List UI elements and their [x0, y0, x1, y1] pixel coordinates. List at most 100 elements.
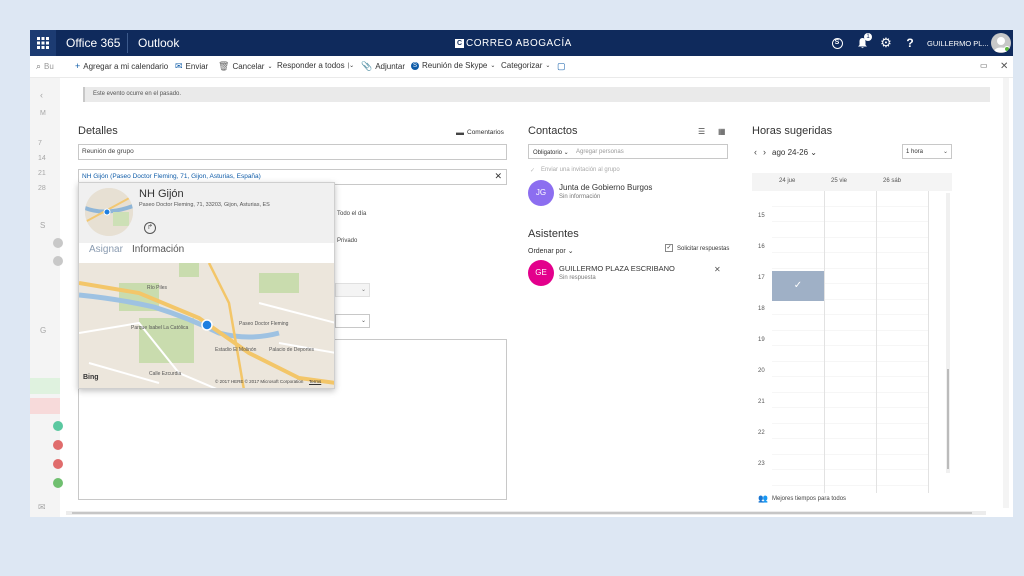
notification-count-badge: 1: [864, 33, 872, 41]
divider: [127, 33, 128, 53]
section-collapsed[interactable]: S: [40, 221, 45, 230]
time-dropdown[interactable]: ⌄: [335, 283, 370, 297]
day-header: 25 vie: [831, 178, 848, 184]
calendar-color-dot[interactable]: [53, 459, 63, 469]
send-label: Enviar: [185, 62, 209, 71]
grid-scrollbar-thumb[interactable]: [947, 369, 949, 469]
app-launcher-button[interactable]: [30, 30, 56, 56]
calendar-color-dot[interactable]: [53, 440, 63, 450]
map-label: Río Piles: [147, 285, 168, 291]
search-icon: ⌕: [36, 61, 42, 71]
comments-button[interactable]: ▬ Comentarios: [456, 128, 504, 137]
tab-information[interactable]: Información: [132, 244, 184, 255]
group-avatar[interactable]: JG: [528, 180, 554, 206]
tab-assign[interactable]: Asignar: [89, 244, 123, 255]
all-day-label[interactable]: Todo el día: [337, 211, 366, 217]
attendees-heading: Asistentes: [528, 228, 579, 240]
map-copyright: © 2017 HERE © 2017 Microsoft Corporation: [215, 379, 304, 384]
clear-location-icon[interactable]: ✕: [494, 171, 502, 182]
private-label[interactable]: Privado: [337, 238, 357, 244]
send-button[interactable]: ✉ Enviar: [175, 61, 208, 72]
comment-icon: ▬: [456, 128, 464, 137]
reminder-dropdown[interactable]: ⌄: [335, 314, 370, 328]
bing-logo: Bing: [83, 374, 99, 381]
office-365-link[interactable]: Office 365: [66, 36, 120, 50]
left-nav-strip: ‹ M 7 14 21 28 S G ✉: [30, 78, 63, 517]
hour-label: 19: [758, 337, 765, 343]
day-divider: [824, 191, 825, 493]
attendee-name[interactable]: GUILLERMO PLAZA ESCRIBANO: [559, 264, 675, 273]
skype-meeting-button[interactable]: S Reunión de Skype ⌄: [411, 61, 495, 70]
scheduling-assistant-icon[interactable]: ▦: [718, 127, 726, 136]
calendar-color-dot[interactable]: [53, 421, 63, 431]
info-banner: Este evento ocurre en el pasado.: [83, 87, 990, 102]
calendar-day[interactable]: 28: [38, 185, 46, 192]
calendar-color-dot[interactable]: [53, 238, 63, 248]
map-label: Calle Ezcurdia: [149, 371, 182, 377]
gear-icon: ⚙: [880, 35, 892, 50]
remove-attendee-icon[interactable]: ✕: [714, 265, 721, 274]
duration-dropdown[interactable]: 1 hora ⌄: [902, 144, 952, 159]
attach-button[interactable]: 📎 Adjuntar: [361, 61, 405, 72]
calendar-day[interactable]: 7: [38, 140, 42, 147]
outlook-app-title[interactable]: Outlook: [138, 36, 179, 50]
past-event-message: Este evento ocurre en el pasado.: [93, 91, 182, 97]
day-divider: [876, 191, 877, 493]
search-box[interactable]: ⌕ Bu: [36, 61, 54, 72]
calendar-color-dot[interactable]: [53, 478, 63, 488]
document-icon: ▢: [557, 61, 566, 71]
close-button[interactable]: ✕: [1000, 61, 1008, 72]
categorize-button[interactable]: Categorizar ⌄: [501, 61, 550, 70]
attendee-avatar[interactable]: GE: [528, 260, 554, 286]
map-terms-link[interactable]: Terms: [309, 379, 321, 384]
add-to-calendar-button[interactable]: + Agregar a mi calendario: [75, 61, 168, 71]
previous-icon[interactable]: ‹: [754, 147, 757, 157]
popout-button[interactable]: ▭: [980, 61, 988, 70]
chevron-left-icon[interactable]: ‹: [40, 90, 43, 100]
best-times-label[interactable]: Mejores tiempos para todos: [772, 496, 846, 502]
horizontal-scrollbar[interactable]: [66, 511, 986, 515]
calendar-day[interactable]: 21: [38, 170, 46, 177]
add-people-field[interactable]: Obligatorio ⌄ Agregar personas: [528, 144, 728, 159]
skype-button[interactable]: S: [825, 30, 849, 56]
mail-icon[interactable]: ✉: [38, 502, 46, 513]
skype-icon: S: [831, 37, 843, 49]
address-book-icon[interactable]: ☰: [698, 127, 705, 136]
reply-all-button[interactable]: Responder a todos |⌄: [277, 61, 354, 70]
notifications-button[interactable]: 1: [850, 30, 874, 56]
subject-field[interactable]: Reunión de grupo: [78, 144, 507, 160]
settings-button[interactable]: ⚙: [874, 30, 898, 56]
outlook-window: Office 365 Outlook C CORREO ABOGACÍA S 1…: [30, 30, 1013, 517]
time-slots[interactable]: [772, 191, 928, 493]
next-icon[interactable]: ›: [763, 147, 766, 157]
calendar-highlight: [30, 398, 60, 414]
location-name: NH Gijón: [139, 188, 184, 200]
extra-action-button[interactable]: ▢: [557, 61, 566, 72]
group-name[interactable]: Junta de Gobierno Burgos: [559, 183, 652, 192]
calendar-color-dot[interactable]: [53, 256, 63, 266]
chevron-down-icon: ⌄: [360, 287, 366, 293]
reply-all-label: Responder a todos: [277, 61, 345, 70]
user-name[interactable]: GUILLERMO PL...: [927, 39, 989, 48]
calendar-day[interactable]: 14: [38, 155, 46, 162]
cancel-button[interactable]: 🗑 Cancelar ⌄: [218, 61, 272, 72]
vertical-scrollbar[interactable]: [1003, 78, 1009, 508]
sort-by-dropdown[interactable]: Ordenar por ⌄: [528, 247, 574, 255]
location-map[interactable]: Río Piles Parque Isabel La Católica Esta…: [79, 262, 334, 388]
request-responses-checkbox[interactable]: ✓: [665, 244, 673, 252]
directions-icon[interactable]: ↱: [144, 222, 156, 234]
avatar[interactable]: [991, 33, 1011, 53]
skype-icon: S: [411, 61, 419, 70]
date-range-dropdown[interactable]: ago 24-26 ⌄: [772, 148, 817, 157]
section-collapsed[interactable]: G: [40, 326, 46, 335]
horizontal-scrollbar-thumb[interactable]: [72, 512, 972, 514]
grid-scrollbar[interactable]: [946, 193, 950, 473]
location-address: Paseo Doctor Fleming, 71, 33203, Gijon, …: [139, 202, 270, 208]
calendar-highlight: [30, 378, 60, 394]
checkmark-icon[interactable]: ✓: [530, 167, 535, 174]
brand-logo: C CORREO ABOGACÍA: [455, 38, 572, 49]
close-icon: ✕: [1000, 61, 1009, 72]
selected-time-slot[interactable]: ✓: [772, 271, 824, 301]
required-selector[interactable]: Obligatorio ⌄: [533, 149, 569, 156]
help-button[interactable]: ?: [898, 30, 922, 56]
